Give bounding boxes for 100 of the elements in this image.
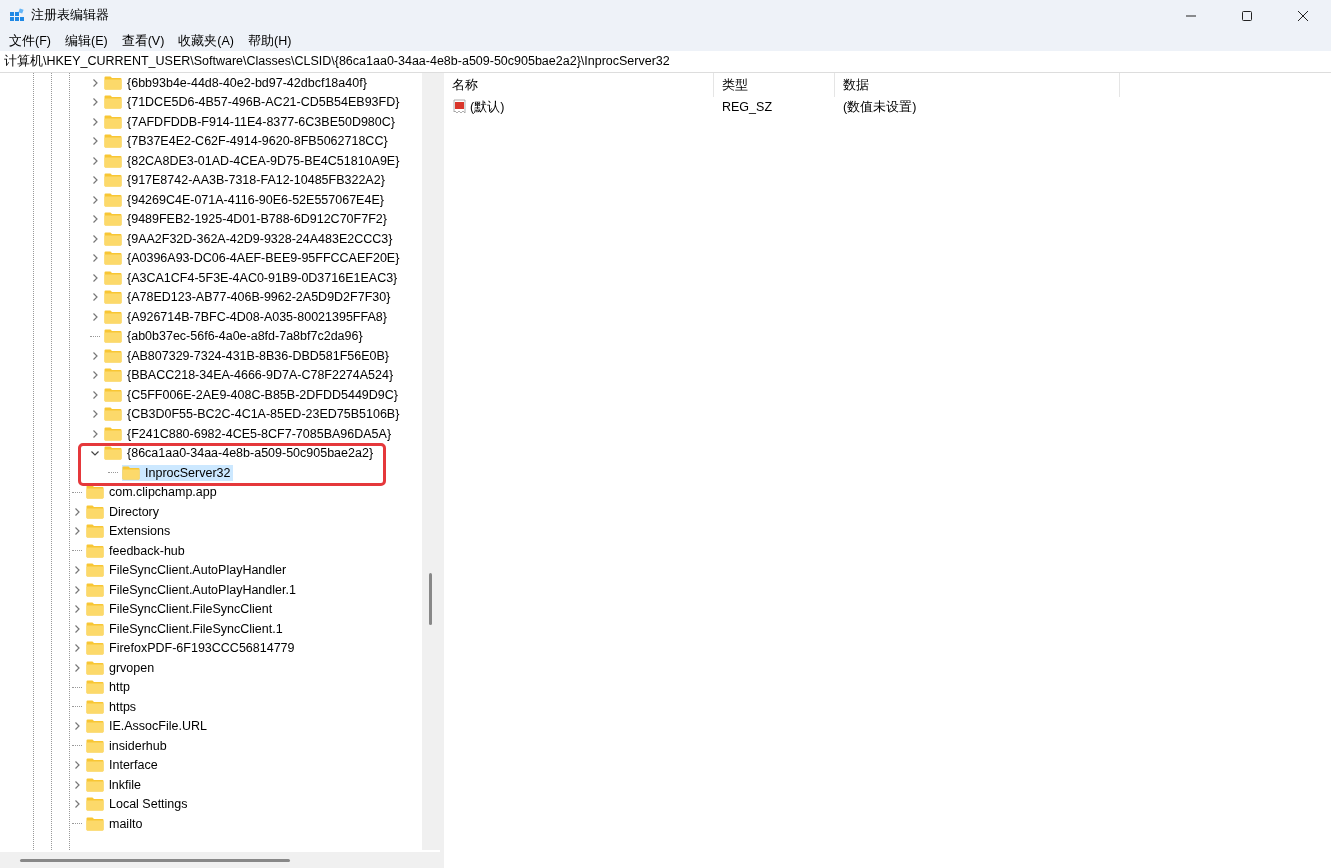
tree-item[interactable]: {9489FEB2-1925-4D01-B788-6D912C70F7F2}: [104, 211, 390, 228]
chevron-right-icon[interactable]: [90, 409, 100, 420]
chevron-right-icon[interactable]: [90, 175, 100, 186]
tree-item[interactable]: {CB3D0F55-BC2C-4C1A-85ED-23ED75B5106B}: [104, 406, 403, 423]
tree-item[interactable]: {7B37E4E2-C62F-4914-9620-8FB5062718CC}: [104, 133, 391, 150]
folder-icon: [104, 231, 122, 246]
tree-item[interactable]: {A3CA1CF4-5F3E-4AC0-91B9-0D3716E1EAC3}: [104, 269, 401, 286]
folder-icon: [86, 543, 104, 558]
tree-item[interactable]: Directory: [86, 503, 162, 520]
folder-icon: [104, 173, 122, 188]
tree-item[interactable]: {F241C880-6982-4CE5-8CF7-7085BA96DA5A}: [104, 425, 395, 442]
tree-item[interactable]: InprocServer32: [122, 464, 234, 481]
chevron-right-icon[interactable]: [90, 233, 100, 244]
tree-item[interactable]: FirefoxPDF-6F193CCC56814779: [86, 640, 298, 657]
chevron-right-icon[interactable]: [90, 389, 100, 400]
chevron-right-icon[interactable]: [72, 779, 82, 790]
folder-icon: [86, 641, 104, 656]
tree-item[interactable]: http: [86, 679, 133, 696]
tree-item[interactable]: mailto: [86, 815, 146, 832]
tree-item[interactable]: {6bb93b4e-44d8-40e2-bd97-42dbcf18a40f}: [104, 74, 370, 91]
tree-item[interactable]: Interface: [86, 757, 161, 774]
chevron-right-icon[interactable]: [90, 116, 100, 127]
tree-item[interactable]: feedback-hub: [86, 542, 188, 559]
chevron-right-icon[interactable]: [90, 97, 100, 108]
column-header[interactable]: 类型: [714, 73, 835, 97]
tree-item[interactable]: {7AFDFDDB-F914-11E4-8377-6C3BE50D980C}: [104, 113, 398, 130]
tree-item[interactable]: {AB807329-7324-431B-8B36-DBD581F56E0B}: [104, 347, 392, 364]
value-name: (默认): [470, 98, 505, 116]
tree-item[interactable]: https: [86, 698, 140, 715]
menu-item[interactable]: 文件(F): [2, 32, 58, 50]
chevron-right-icon[interactable]: [72, 643, 82, 654]
column-header[interactable]: 数据: [835, 73, 1120, 97]
tree-item[interactable]: grvopen: [86, 659, 158, 676]
tree-item[interactable]: FileSyncClient.FileSyncClient: [86, 601, 276, 618]
chevron-right-icon[interactable]: [90, 214, 100, 225]
scrollbar-thumb[interactable]: [429, 573, 432, 625]
tree-item[interactable]: FileSyncClient.FileSyncClient.1: [86, 620, 286, 637]
tree-item[interactable]: {86ca1aa0-34aa-4e8b-a509-50c905bae2a2}: [104, 445, 377, 462]
chevron-right-icon[interactable]: [90, 311, 100, 322]
folder-icon: [104, 212, 122, 227]
chevron-right-icon[interactable]: [72, 526, 82, 537]
chevron-right-icon[interactable]: [90, 194, 100, 205]
column-header[interactable]: 名称: [444, 73, 714, 97]
chevron-right-icon[interactable]: [72, 760, 82, 771]
window-title: 注册表编辑器: [31, 7, 109, 24]
chevron-right-icon[interactable]: [72, 721, 82, 732]
tree-item[interactable]: {917E8742-AA3B-7318-FA12-10485FB322A2}: [104, 172, 388, 189]
tree-item[interactable]: {A0396A93-DC06-4AEF-BEE9-95FFCCAEF20E}: [104, 250, 403, 267]
folder-icon: [104, 368, 122, 383]
folder-icon: [86, 758, 104, 773]
tree-item[interactable]: {A926714B-7BFC-4D08-A035-80021395FFA8}: [104, 308, 390, 325]
folder-icon: [86, 738, 104, 753]
chevron-right-icon[interactable]: [72, 799, 82, 810]
menu-item[interactable]: 帮助(H): [241, 32, 299, 50]
tree-item[interactable]: {BBACC218-34EA-4666-9D7A-C78F2274A524}: [104, 367, 397, 384]
folder-icon: [104, 309, 122, 324]
maximize-icon: [1242, 10, 1252, 21]
folder-icon: [104, 387, 122, 402]
chevron-right-icon[interactable]: [72, 604, 82, 615]
menu-item[interactable]: 编辑(E): [57, 32, 115, 50]
tree-item[interactable]: Extensions: [86, 523, 174, 540]
chevron-right-icon[interactable]: [90, 272, 100, 283]
chevron-right-icon[interactable]: [90, 77, 100, 88]
chevron-right-icon[interactable]: [72, 565, 82, 576]
tree-item[interactable]: insiderhub: [86, 737, 170, 754]
chevron-right-icon[interactable]: [90, 292, 100, 303]
tree-item[interactable]: {A78ED123-AB77-406B-9962-2A5D9D2F7F30}: [104, 289, 394, 306]
tree-item[interactable]: {C5FF006E-2AE9-408C-B85B-2DFDD5449D9C}: [104, 386, 401, 403]
chevron-right-icon[interactable]: [72, 584, 82, 595]
chevron-right-icon[interactable]: [72, 506, 82, 517]
chevron-right-icon[interactable]: [72, 662, 82, 673]
menu-item[interactable]: 收藏夹(A): [171, 32, 241, 50]
chevron-right-icon[interactable]: [90, 350, 100, 361]
tree-item[interactable]: FileSyncClient.AutoPlayHandler: [86, 562, 290, 579]
folder-icon: [86, 699, 104, 714]
tree-item[interactable]: com.clipchamp.app: [86, 484, 220, 501]
tree-item[interactable]: {9AA2F32D-362A-42D9-9328-24A483E2CCC3}: [104, 230, 396, 247]
chevron-right-icon[interactable]: [90, 136, 100, 147]
tree-item[interactable]: {ab0b37ec-56f6-4a0e-a8fd-7a8bf7c2da96}: [104, 328, 366, 345]
chevron-right-icon[interactable]: [90, 428, 100, 439]
folder-icon: [86, 621, 104, 636]
scrollbar-thumb[interactable]: [20, 859, 290, 862]
tree-item[interactable]: Local Settings: [86, 796, 191, 813]
chevron-right-icon[interactable]: [72, 623, 82, 634]
address-bar[interactable]: 计算机\HKEY_CURRENT_USER\Software\Classes\CLSID\{86ca1aa0-34aa-4e8b-a509-50c905bae2a2}\InprocServer32: [0, 51, 1331, 73]
tree-item[interactable]: lnkfile: [86, 776, 144, 793]
folder-icon: [86, 797, 104, 812]
folder-icon: [104, 134, 122, 149]
chevron-right-icon[interactable]: [90, 155, 100, 166]
chevron-right-icon[interactable]: [90, 370, 100, 381]
tree-item[interactable]: IE.AssocFile.URL: [86, 718, 210, 735]
folder-icon: [104, 329, 122, 344]
tree-item[interactable]: {82CA8DE3-01AD-4CEA-9D75-BE4C51810A9E}: [104, 152, 403, 169]
registry-editor-icon: [9, 7, 25, 24]
tree-item[interactable]: {94269C4E-071A-4116-90E6-52E557067E4E}: [104, 191, 387, 208]
tree-item[interactable]: FileSyncClient.AutoPlayHandler.1: [86, 581, 299, 598]
folder-icon: [86, 816, 104, 831]
chevron-right-icon[interactable]: [90, 253, 100, 264]
menu-item[interactable]: 查看(V): [114, 32, 172, 50]
tree-item[interactable]: {71DCE5D6-4B57-496B-AC21-CD5B54EB93FD}: [104, 94, 403, 111]
